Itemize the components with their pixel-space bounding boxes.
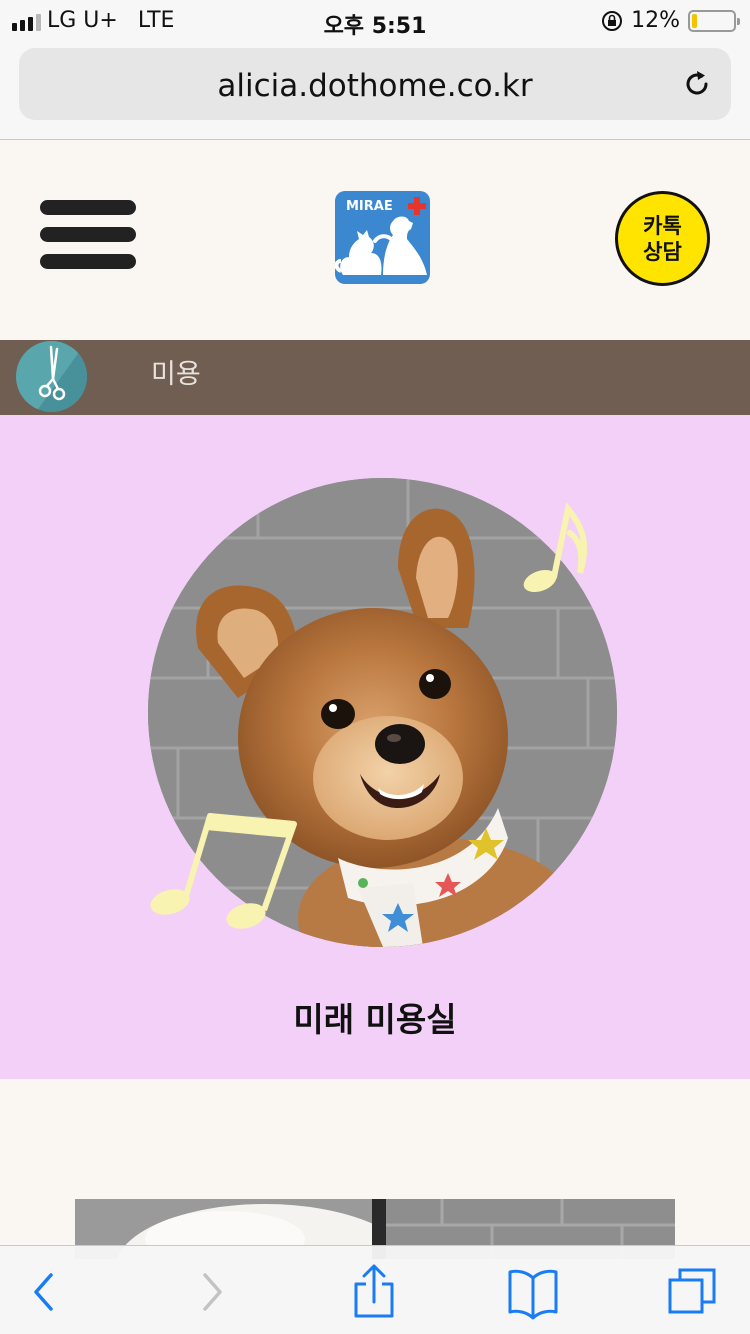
share-icon[interactable] xyxy=(346,1264,402,1320)
book-icon[interactable] xyxy=(505,1264,561,1320)
battery-icon xyxy=(688,9,740,32)
scissors-icon[interactable] xyxy=(16,341,87,412)
status-bar: LG U+ LTE 오후 5:51 12% xyxy=(0,0,750,42)
hero-title: 미래 미용실 xyxy=(293,1000,457,1039)
reload-icon[interactable] xyxy=(681,68,713,100)
url-text[interactable]: alicia.dothome.co.kr xyxy=(19,68,731,104)
address-bar[interactable]: alicia.dothome.co.kr xyxy=(19,48,731,120)
hero-section: 미래 미용실 xyxy=(0,415,750,1079)
battery-percent: 12% xyxy=(631,8,680,33)
status-right: 12% xyxy=(601,8,740,33)
chevron-right-icon[interactable] xyxy=(182,1264,238,1320)
hamburger-icon[interactable] xyxy=(40,200,136,272)
music-note-icon xyxy=(523,502,587,593)
browser-url-area: alicia.dothome.co.kr xyxy=(0,42,750,140)
battery-fill xyxy=(692,13,697,28)
double-music-note-icon xyxy=(150,813,297,929)
site-header: MIRAE 카톡 상담 xyxy=(0,140,750,340)
kakao-label-line2: 상담 xyxy=(643,239,682,264)
tabs-icon[interactable] xyxy=(664,1264,720,1320)
site-logo[interactable]: MIRAE xyxy=(335,191,430,284)
orientation-lock-icon xyxy=(602,10,623,31)
browser-toolbar xyxy=(0,1245,750,1334)
kakao-label-line1: 카톡 xyxy=(643,213,682,238)
category-label[interactable]: 미용 xyxy=(151,352,201,391)
cat-dog-logo-icon xyxy=(335,197,427,275)
category-bar: 미용 xyxy=(0,340,750,415)
chevron-left-icon[interactable] xyxy=(18,1264,74,1320)
kakao-chat-button[interactable]: 카톡 상담 xyxy=(615,191,710,286)
